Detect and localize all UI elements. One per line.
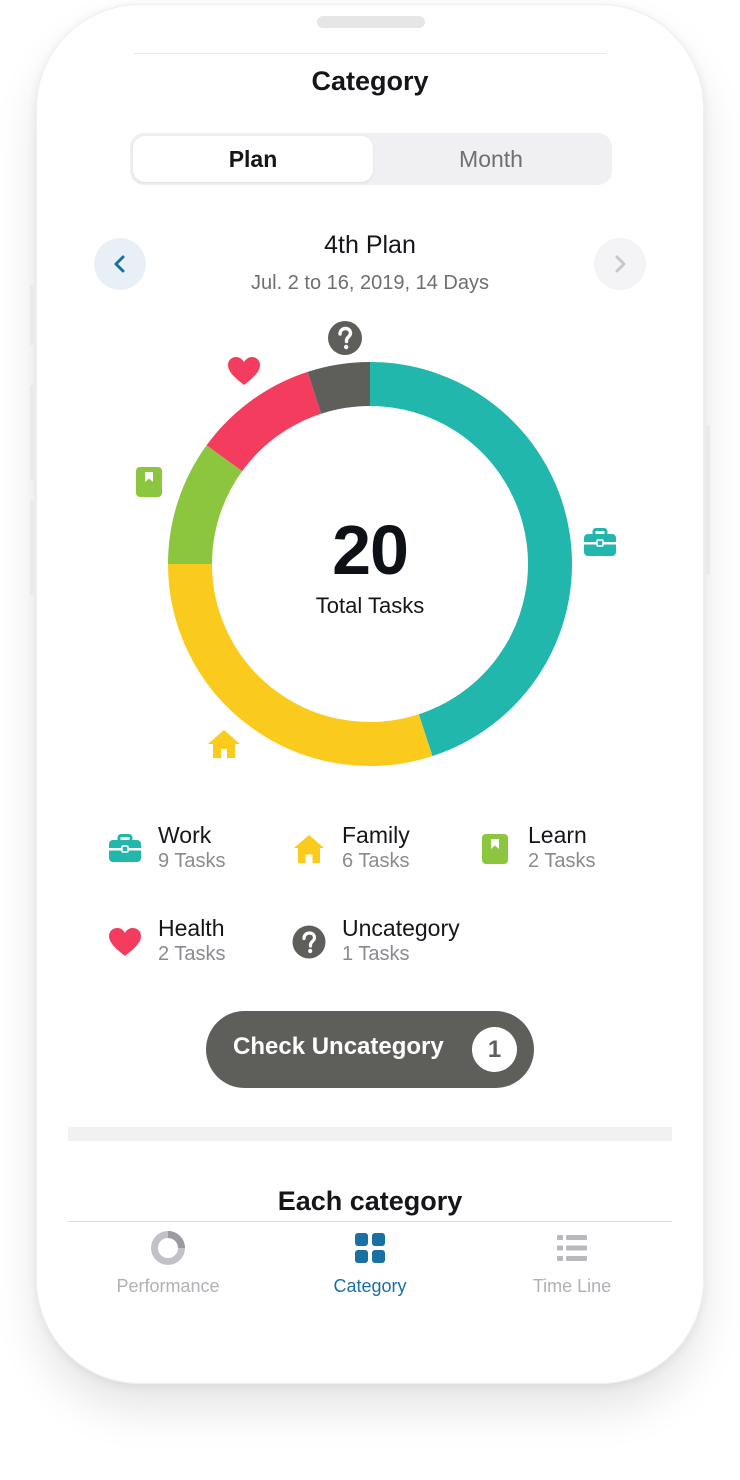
briefcase-icon [109, 834, 141, 862]
legend-count: 1 Tasks [342, 943, 410, 965]
each-category-heading: Each category [277, 1186, 463, 1216]
total-tasks-label: Total Tasks [315, 593, 425, 618]
legend-label: Learn [528, 822, 587, 848]
question-icon [328, 321, 362, 355]
grid-icon [355, 1233, 385, 1263]
tabbar-divider [68, 1221, 672, 1222]
question-icon [292, 925, 326, 959]
tab-label: Category [333, 1276, 407, 1296]
donut-slice-health [206, 371, 322, 472]
total-tasks-value: 20 [332, 511, 409, 589]
tab-label: Time Line [532, 1276, 612, 1296]
legend-label: Health [158, 915, 225, 941]
legend-count: 6 Tasks [342, 850, 410, 872]
tab-label: Performance [116, 1276, 220, 1296]
house-icon [294, 835, 324, 863]
legend-label: Family [342, 822, 410, 848]
heart-icon [228, 357, 260, 385]
tab-performance[interactable]: Performance [68, 1230, 268, 1302]
uncategory-count-badge: 1 [472, 1027, 517, 1072]
donut-slice-learn [168, 445, 243, 565]
list-icon [557, 1235, 587, 1261]
book-icon [482, 834, 508, 864]
ring-icon [151, 1231, 185, 1265]
check-uncategory-button[interactable]: Check Uncategory 1 [206, 1011, 534, 1088]
check-uncategory-label: Check Uncategory [233, 1033, 444, 1060]
legend-label: Work [158, 822, 212, 848]
house-icon [208, 730, 240, 758]
section-divider [68, 1127, 672, 1141]
donut-slice-uncategory [307, 362, 371, 414]
briefcase-icon [584, 528, 616, 556]
tab-time-line[interactable]: Time Line [472, 1230, 672, 1302]
legend-count: 2 Tasks [158, 943, 226, 965]
donut-slice-family [168, 563, 433, 766]
legend-label: Uncategory [342, 915, 460, 941]
legend-count: 2 Tasks [528, 850, 596, 872]
tab-category[interactable]: Category [270, 1230, 470, 1302]
book-icon [136, 467, 162, 497]
legend-count: 9 Tasks [158, 850, 226, 872]
heart-icon [109, 928, 141, 956]
